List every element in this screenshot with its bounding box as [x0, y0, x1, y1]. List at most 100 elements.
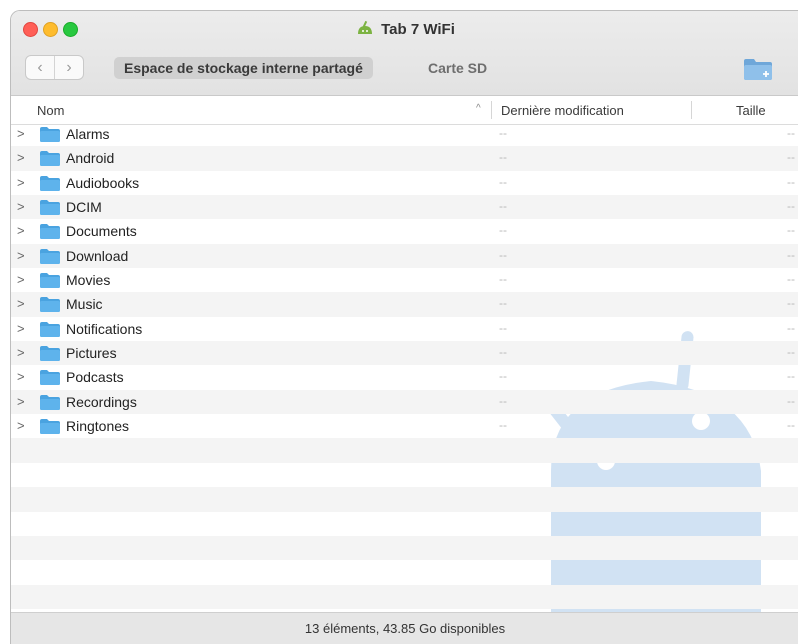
file-size: --	[787, 418, 795, 433]
list-item[interactable]: > Alarms -- --	[11, 122, 798, 146]
modified-date: --	[499, 199, 507, 214]
list-item[interactable]: > Podcasts -- --	[11, 365, 798, 389]
file-size: --	[787, 247, 795, 262]
disclosure-chevron-icon[interactable]: >	[17, 321, 25, 336]
column-date-modified[interactable]: Dernière modification	[501, 103, 624, 118]
forward-button[interactable]: ›	[54, 56, 83, 79]
list-item[interactable]: > Pictures -- --	[11, 341, 798, 366]
history-nav: ‹ ›	[25, 55, 84, 80]
tab-internal-storage[interactable]: Espace de stockage interne partagé	[114, 57, 373, 79]
folder-icon	[40, 200, 60, 216]
list-item[interactable]: > Audiobooks -- --	[11, 171, 798, 195]
modified-date: --	[499, 247, 507, 262]
tab-sd-card[interactable]: Carte SD	[418, 57, 497, 79]
column-size[interactable]: Taille	[736, 103, 766, 118]
folder-icon	[40, 175, 60, 191]
folder-icon	[40, 370, 60, 386]
toolbar: Tab 7 WiFi ‹ › Espace de stockage intern…	[11, 11, 798, 96]
back-arrow-icon: ‹	[37, 58, 43, 76]
file-list: > Alarms -- -- > Android -- -- > Audiobooks -- -- > D…	[11, 122, 798, 609]
folder-name: Alarms	[66, 126, 110, 142]
folder-name: Download	[66, 247, 129, 264]
empty-row	[11, 512, 798, 536]
file-size: --	[787, 150, 795, 165]
file-size: --	[787, 174, 795, 189]
column-name[interactable]: Nom	[37, 103, 64, 118]
file-transfer-window: Tab 7 WiFi ‹ › Espace de stockage intern…	[10, 10, 798, 644]
disclosure-chevron-icon[interactable]: >	[17, 394, 25, 409]
empty-row	[11, 560, 798, 584]
folder-name: Music	[66, 296, 103, 313]
disclosure-chevron-icon[interactable]: >	[17, 199, 25, 214]
list-item[interactable]: > Music -- --	[11, 292, 798, 317]
sort-ascending-icon[interactable]: ^	[476, 103, 481, 114]
modified-date: --	[499, 393, 507, 408]
folder-name: Audiobooks	[66, 174, 140, 191]
status-text: 13 éléments, 43.85 Go disponibles	[304, 621, 506, 636]
modified-date: --	[499, 150, 507, 165]
list-item[interactable]: > Android -- --	[11, 146, 798, 171]
folder-icon	[40, 419, 60, 435]
disclosure-chevron-icon[interactable]: >	[17, 175, 25, 190]
folder-icon	[40, 346, 60, 362]
folder-icon	[40, 151, 60, 167]
column-divider[interactable]	[491, 101, 492, 119]
disclosure-chevron-icon[interactable]: >	[17, 272, 25, 287]
folder-name: Notifications	[66, 320, 143, 337]
file-size: --	[787, 272, 795, 287]
file-size: --	[787, 199, 795, 214]
file-size: --	[787, 320, 795, 335]
modified-date: --	[499, 345, 507, 360]
list-item[interactable]: > Download -- --	[11, 243, 798, 269]
list-item[interactable]: > Movies -- --	[11, 268, 798, 292]
modified-date: --	[499, 418, 507, 433]
list-item[interactable]: > Documents -- --	[11, 219, 798, 243]
folder-icon	[40, 224, 60, 240]
disclosure-chevron-icon[interactable]: >	[17, 369, 25, 384]
disclosure-chevron-icon[interactable]: >	[17, 296, 25, 311]
empty-row	[11, 438, 798, 463]
list-item[interactable]: > Notifications -- --	[11, 317, 798, 341]
empty-row	[11, 487, 798, 512]
folder-name: Documents	[66, 223, 137, 240]
folder-icon	[40, 273, 60, 289]
disclosure-chevron-icon[interactable]: >	[17, 223, 25, 238]
empty-row	[11, 535, 798, 561]
list-item[interactable]: > Ringtones -- --	[11, 414, 798, 438]
disclosure-chevron-icon[interactable]: >	[17, 345, 25, 360]
android-icon	[358, 20, 373, 34]
window-title: Tab 7 WiFi	[11, 20, 798, 38]
file-size: --	[787, 296, 795, 311]
empty-row	[11, 463, 798, 487]
folder-name: Pictures	[66, 345, 117, 362]
list-item[interactable]: > DCIM -- --	[11, 195, 798, 220]
folder-name: Recordings	[66, 393, 137, 410]
folder-name: Podcasts	[66, 369, 124, 386]
column-divider[interactable]	[691, 101, 692, 119]
modified-date: --	[499, 223, 507, 238]
modified-date: --	[499, 126, 507, 140]
modified-date: --	[499, 320, 507, 335]
disclosure-chevron-icon[interactable]: >	[17, 248, 25, 263]
disclosure-chevron-icon[interactable]: >	[17, 126, 25, 141]
back-button[interactable]: ‹	[26, 56, 54, 79]
file-size: --	[787, 223, 795, 238]
modified-date: --	[499, 296, 507, 311]
status-bar: 13 éléments, 43.85 Go disponibles	[11, 612, 798, 644]
new-folder-icon[interactable]	[743, 57, 773, 81]
disclosure-chevron-icon[interactable]: >	[17, 150, 25, 165]
forward-arrow-icon: ›	[66, 58, 72, 76]
file-size: --	[787, 369, 795, 384]
disclosure-chevron-icon[interactable]: >	[17, 418, 25, 433]
file-size: --	[787, 393, 795, 408]
file-size: --	[787, 345, 795, 360]
folder-icon	[40, 321, 60, 337]
empty-row	[11, 584, 798, 609]
folder-icon	[40, 127, 60, 142]
folder-name: Ringtones	[66, 418, 130, 435]
folder-name: DCIM	[66, 199, 102, 216]
folder-name: Movies	[66, 272, 111, 289]
list-item[interactable]: > Recordings -- --	[11, 389, 798, 415]
folder-icon	[40, 394, 60, 410]
folder-icon	[40, 297, 60, 313]
